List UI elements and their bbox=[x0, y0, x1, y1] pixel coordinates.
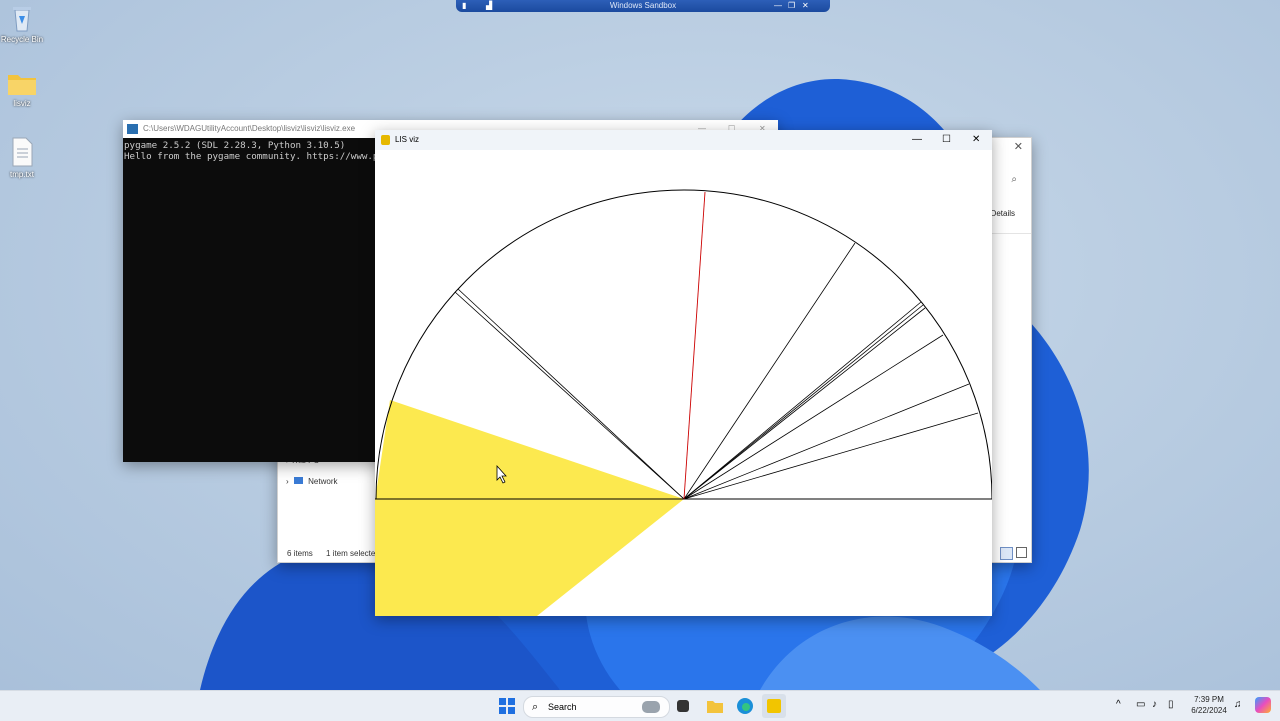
clock-date: 6/22/2024 bbox=[1191, 706, 1227, 715]
desktop: Windows Sandbox ▮ ▟ — ❐ ✕ Recycle Bin li… bbox=[0, 0, 1280, 690]
file-explorer-icon[interactable] bbox=[706, 697, 724, 715]
ray-line bbox=[683, 242, 856, 500]
search-icon: ⌕ bbox=[532, 701, 539, 713]
nav-network[interactable]: › Network bbox=[286, 477, 337, 486]
tiles-view-icon[interactable] bbox=[1016, 547, 1027, 558]
ray-line bbox=[683, 412, 979, 500]
notification-bell-icon[interactable]: ♫ bbox=[1234, 699, 1242, 710]
network-icon[interactable]: ▭ bbox=[1136, 699, 1145, 710]
desktop-icon-lisviz[interactable]: lisviz bbox=[0, 70, 44, 108]
lis-viz-title-bar[interactable]: LIS viz — ☐ ✕ bbox=[375, 130, 992, 150]
desktop-icon-label: lisviz bbox=[13, 99, 31, 108]
task-view-icon[interactable] bbox=[677, 700, 689, 712]
sandbox-title-bar[interactable]: Windows Sandbox ▮ ▟ — ❐ ✕ bbox=[456, 0, 830, 12]
console-line: Hello from the pygame community. https:/… bbox=[124, 151, 384, 162]
copilot-icon[interactable] bbox=[1255, 697, 1271, 713]
volume-icon[interactable]: ♪ bbox=[1152, 699, 1157, 710]
battery-icon[interactable]: ▯ bbox=[1168, 699, 1174, 710]
edge-icon[interactable] bbox=[736, 697, 754, 715]
taskbar-clock[interactable]: 7:39 PM 6/22/2024 bbox=[1188, 694, 1230, 716]
lis-viz-window[interactable]: LIS viz — ☐ ✕ bbox=[375, 130, 992, 616]
status-selection: 1 item selecte bbox=[326, 549, 376, 558]
viz-canvas[interactable] bbox=[375, 150, 992, 616]
ray-line bbox=[683, 334, 944, 500]
ray-line bbox=[683, 304, 924, 500]
maximize-icon[interactable]: ☐ bbox=[942, 130, 951, 150]
ray-line bbox=[683, 383, 970, 500]
signal-icon: ▟ bbox=[486, 1, 493, 10]
pin-icon[interactable]: ▮ bbox=[462, 0, 466, 12]
chevron-up-icon[interactable]: ^ bbox=[1116, 699, 1121, 710]
start-icon[interactable] bbox=[498, 697, 516, 715]
minimize-icon[interactable]: — bbox=[912, 130, 922, 150]
minimize-icon[interactable]: — bbox=[774, 0, 782, 12]
folder-icon bbox=[8, 75, 36, 95]
nav-label: Network bbox=[308, 477, 338, 486]
taskbar: ⌕ Search ^ ▭ ♪ ▯ 7:39 PM 6/22/2024 ♫ bbox=[0, 690, 1280, 721]
search-icon[interactable]: ⌕ bbox=[1011, 174, 1017, 185]
desktop-icon-label: Recycle Bin bbox=[0, 35, 44, 44]
lis-semicircle-visualization[interactable] bbox=[375, 150, 992, 616]
restore-icon[interactable]: ❐ bbox=[788, 0, 795, 12]
desktop-icon-recycle-bin[interactable]: Recycle Bin bbox=[0, 4, 44, 44]
pygame-icon bbox=[381, 135, 390, 145]
console-line: pygame 2.5.2 (SDL 2.28.3, Python 3.10.5) bbox=[124, 140, 346, 151]
close-icon[interactable]: ✕ bbox=[972, 130, 980, 150]
lis-viz-taskbar-button[interactable] bbox=[762, 694, 786, 718]
highlight-ray bbox=[683, 191, 706, 500]
recycle-bin-icon bbox=[13, 7, 31, 32]
status-item-count: 6 items bbox=[287, 549, 313, 558]
details-button[interactable]: Details bbox=[991, 209, 1015, 218]
ray-line bbox=[683, 301, 922, 500]
search-placeholder: Search bbox=[548, 702, 577, 712]
taskbar-search[interactable]: ⌕ Search bbox=[523, 696, 670, 718]
chevron-right-icon[interactable]: › bbox=[286, 477, 289, 486]
details-view-icon[interactable] bbox=[1000, 547, 1013, 560]
sandbox-title: Windows Sandbox bbox=[609, 1, 677, 10]
text-file-icon bbox=[12, 137, 33, 167]
close-icon[interactable]: ✕ bbox=[1014, 140, 1023, 153]
desktop-icon-label: tmp.txt bbox=[9, 170, 34, 179]
window-title: LIS viz bbox=[395, 135, 420, 144]
close-icon[interactable]: ✕ bbox=[802, 0, 809, 12]
search-highlight-icon bbox=[642, 701, 660, 713]
desktop-icon-tmp-txt[interactable]: tmp.txt bbox=[0, 137, 44, 179]
highlighted-wedge bbox=[375, 400, 684, 616]
network-icon bbox=[293, 477, 303, 484]
python-icon bbox=[127, 124, 138, 134]
ray-line bbox=[683, 307, 926, 500]
console-title: C:\Users\WDAGUtilityAccount\Desktop\lisv… bbox=[143, 124, 356, 133]
pygame-icon bbox=[767, 699, 781, 713]
clock-time: 7:39 PM bbox=[1194, 695, 1224, 704]
